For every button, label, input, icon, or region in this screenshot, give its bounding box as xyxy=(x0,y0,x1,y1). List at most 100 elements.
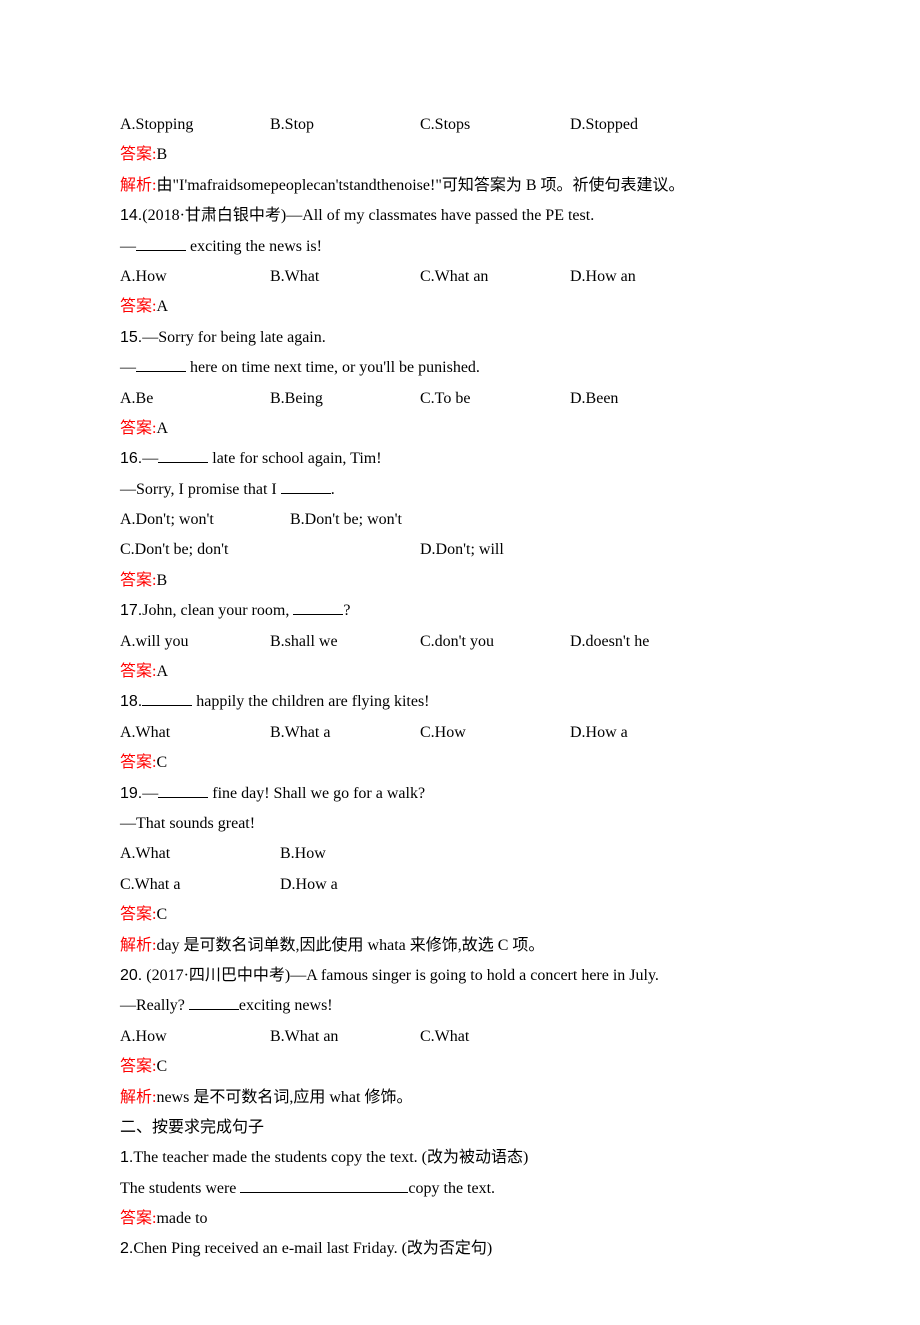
q19-opt-c: C.What a xyxy=(120,870,280,900)
q20-explain: news 是不可数名词,应用 what 修饰。 xyxy=(156,1089,412,1106)
q13-explain-line: 解析:由"I'mafraidsomepeoplecan'tstandthenoi… xyxy=(120,171,800,201)
q16-number: 16. xyxy=(120,450,142,467)
q16-options-row1: A.Don't; won't B.Don't be; won't xyxy=(120,505,800,535)
q18-number: 18. xyxy=(120,693,142,710)
q19-text1b: fine day! Shall we go for a walk? xyxy=(208,785,425,802)
blank-field xyxy=(142,689,192,706)
q13-options: A.Stopping B.Stop C.Stops D.Stopped xyxy=(120,110,800,140)
q18-text1b: happily the children are flying kites! xyxy=(192,693,429,710)
q15-opt-c: C.To be xyxy=(420,384,570,414)
q17-text1b: ? xyxy=(343,602,350,619)
q13-explain: 由"I'mafraidsomepeoplecan'tstandthenoise!… xyxy=(156,177,684,194)
explain-label: 解析: xyxy=(120,937,156,954)
s2q1-answer-line: 答案:made to xyxy=(120,1204,800,1234)
s2q2-number: 2. xyxy=(120,1240,133,1257)
explain-label: 解析: xyxy=(120,177,156,194)
s2q1-answer: made to xyxy=(156,1210,207,1227)
q16-opt-d: D.Don't; will xyxy=(420,535,590,565)
q19-text1a: — xyxy=(142,785,158,802)
q15-opt-a: A.Be xyxy=(120,384,270,414)
section2-title: 二、按要求完成句子 xyxy=(120,1113,800,1143)
q17-text1a: John, clean your room, xyxy=(142,602,293,619)
q20-text1: —A famous singer is going to hold a conc… xyxy=(290,967,659,984)
q18-answer: C xyxy=(156,754,167,771)
q20-number: 20. xyxy=(120,967,142,984)
q14-answer: A xyxy=(156,298,168,315)
q14-opt-a: A.How xyxy=(120,262,270,292)
q15-answer-line: 答案:A xyxy=(120,414,800,444)
q13-opt-a: A.Stopping xyxy=(120,110,270,140)
answer-label: 答案: xyxy=(120,754,156,771)
q13-opt-d: D.Stopped xyxy=(570,110,720,140)
page: A.Stopping B.Stop C.Stops D.Stopped 答案:B… xyxy=(0,0,920,1325)
answer-label: 答案: xyxy=(120,420,156,437)
answer-label: 答案: xyxy=(120,1058,156,1075)
answer-label: 答案: xyxy=(120,1210,156,1227)
q15-line1: 15.—Sorry for being late again. xyxy=(120,323,800,353)
q20-line1: 20. (2017·四川巴中中考)—A famous singer is goi… xyxy=(120,961,800,991)
blank-field xyxy=(136,355,186,372)
blank-field xyxy=(136,234,186,251)
s2q1-text2b: copy the text. xyxy=(408,1180,495,1197)
q16-opt-a: A.Don't; won't xyxy=(120,505,290,535)
q17-answer: A xyxy=(156,663,168,680)
q13-opt-b: B.Stop xyxy=(270,110,420,140)
q15-text2b: here on time next time, or you'll be pun… xyxy=(186,359,480,376)
s2q1-text1: The teacher made the students copy the t… xyxy=(133,1149,528,1166)
q20-source: (2017·四川巴中中考) xyxy=(142,967,290,984)
q17-answer-line: 答案:A xyxy=(120,657,800,687)
q14-text2a: — xyxy=(120,238,136,255)
q19-opt-d: D.How a xyxy=(280,870,440,900)
q20-opt-c: C.What xyxy=(420,1022,570,1052)
q19-line1: 19.— fine day! Shall we go for a walk? xyxy=(120,779,800,809)
q16-answer: B xyxy=(156,572,167,589)
q16-opt-c: C.Don't be; don't xyxy=(120,535,420,565)
s2q1-line1: 1.The teacher made the students copy the… xyxy=(120,1143,800,1173)
q14-line2: — exciting the news is! xyxy=(120,232,800,262)
q15-text2a: — xyxy=(120,359,136,376)
q19-answer-line: 答案:C xyxy=(120,900,800,930)
s2q1-number: 1. xyxy=(120,1149,133,1166)
q18-options: A.What B.What a C.How D.How a xyxy=(120,718,800,748)
answer-label: 答案: xyxy=(120,663,156,680)
q14-number: 14. xyxy=(120,207,142,224)
q17-opt-a: A.will you xyxy=(120,627,270,657)
answer-label: 答案: xyxy=(120,906,156,923)
q16-answer-line: 答案:B xyxy=(120,566,800,596)
q15-opt-d: D.Been xyxy=(570,384,720,414)
q16-opt-b: B.Don't be; won't xyxy=(290,505,460,535)
s2q1-text2a: The students were xyxy=(120,1180,240,1197)
q18-opt-b: B.What a xyxy=(270,718,420,748)
blank-field xyxy=(293,598,343,615)
explain-label: 解析: xyxy=(120,1089,156,1106)
q14-options: A.How B.What C.What an D.How an xyxy=(120,262,800,292)
blank-field xyxy=(240,1176,408,1193)
q15-answer: A xyxy=(156,420,168,437)
q20-line2: —Really? exciting news! xyxy=(120,991,800,1021)
q14-source: (2018·甘肃白银中考) xyxy=(142,207,286,224)
q16-text2b: . xyxy=(331,481,335,498)
q15-options: A.Be B.Being C.To be D.Been xyxy=(120,384,800,414)
q13-opt-c: C.Stops xyxy=(420,110,570,140)
q16-options-row2: C.Don't be; don't D.Don't; will xyxy=(120,535,800,565)
q16-text1b: late for school again, Tim! xyxy=(208,450,381,467)
q20-opt-a: A.How xyxy=(120,1022,270,1052)
q20-opt-b: B.What an xyxy=(270,1022,420,1052)
q19-options-row2: C.What a D.How a xyxy=(120,870,800,900)
q16-text2a: —Sorry, I promise that I xyxy=(120,481,281,498)
q18-opt-a: A.What xyxy=(120,718,270,748)
q20-text2b: exciting news! xyxy=(239,997,333,1014)
s2q2-line1: 2.Chen Ping received an e-mail last Frid… xyxy=(120,1234,800,1264)
q19-opt-a: A.What xyxy=(120,839,280,869)
q17-options: A.will you B.shall we C.don't you D.does… xyxy=(120,627,800,657)
q13-answer-line: 答案:B xyxy=(120,140,800,170)
q16-line2: —Sorry, I promise that I . xyxy=(120,475,800,505)
q19-explain: day 是可数名词单数,因此使用 whata 来修饰,故选 C 项。 xyxy=(156,937,544,954)
q13-answer: B xyxy=(156,146,167,163)
q20-answer-line: 答案:C xyxy=(120,1052,800,1082)
answer-label: 答案: xyxy=(120,146,156,163)
q14-text2b: exciting the news is! xyxy=(186,238,322,255)
q20-explain-line: 解析:news 是不可数名词,应用 what 修饰。 xyxy=(120,1083,800,1113)
s2q1-line2: The students were copy the text. xyxy=(120,1174,800,1204)
q19-line2: —That sounds great! xyxy=(120,809,800,839)
